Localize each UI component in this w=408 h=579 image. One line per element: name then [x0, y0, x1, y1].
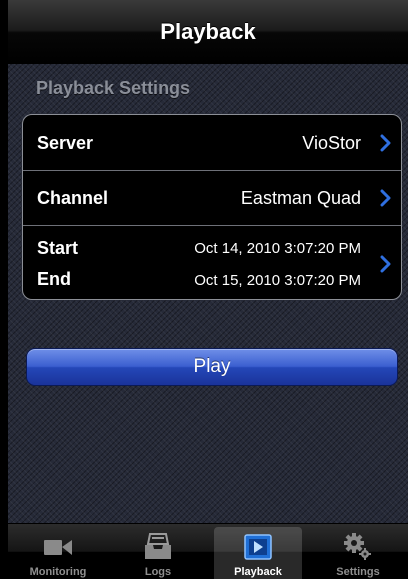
- end-value: Oct 15, 2010 3:07:20 PM: [194, 272, 361, 289]
- start-value: Oct 14, 2010 3:07:20 PM: [194, 240, 361, 257]
- section-header: Playback Settings: [36, 78, 191, 98]
- tab-bar: Monitoring Logs Playback Settings: [8, 523, 408, 579]
- time-range-row[interactable]: Start Oct 14, 2010 3:07:20 PM End Oct 15…: [23, 226, 401, 299]
- chevron-right-icon: [380, 134, 391, 152]
- tab-label: Settings: [336, 566, 380, 578]
- start-label: Start: [37, 238, 79, 258]
- server-row[interactable]: Server VioStor: [23, 115, 401, 171]
- page-title: Playback: [160, 18, 256, 44]
- play-box-icon: [244, 534, 272, 560]
- tab-label: Logs: [144, 566, 172, 578]
- server-label: Server: [37, 133, 94, 153]
- tab-playback[interactable]: Playback: [208, 524, 308, 579]
- gears-icon: [344, 533, 371, 560]
- playback-screen: Playback Playback Settings Server VioSto…: [8, 0, 408, 579]
- playback-settings-group: Server VioStor Channel Eastman Quad Star…: [22, 114, 402, 300]
- tab-logs[interactable]: Logs: [108, 524, 208, 579]
- end-label: End: [37, 269, 71, 289]
- play-button[interactable]: Play: [26, 348, 398, 386]
- chevron-right-icon: [380, 255, 391, 273]
- channel-label: Channel: [37, 188, 109, 208]
- video-camera-icon: [44, 540, 72, 555]
- server-value: VioStor: [302, 133, 361, 153]
- navigation-bar: Playback: [8, 0, 408, 64]
- channel-value: Eastman Quad: [240, 188, 361, 208]
- tab-label: Playback: [234, 566, 282, 578]
- channel-row[interactable]: Channel Eastman Quad: [23, 171, 401, 226]
- tab-label: Monitoring: [29, 566, 87, 578]
- tab-settings[interactable]: Settings: [308, 524, 408, 579]
- chevron-right-icon: [380, 189, 391, 207]
- inbox-tray-icon: [145, 533, 171, 559]
- tab-monitoring[interactable]: Monitoring: [8, 524, 108, 579]
